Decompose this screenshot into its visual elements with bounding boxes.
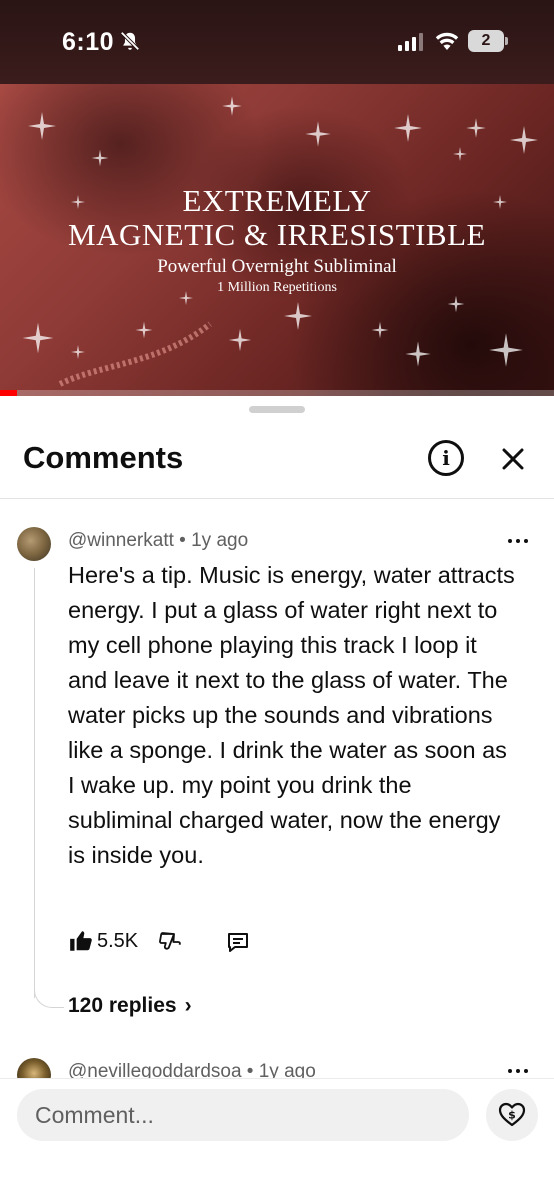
view-replies-link[interactable]: 120 replies › [68, 994, 192, 1018]
video-progress-fill [0, 390, 17, 396]
status-time: 6:10 [62, 28, 115, 56]
video-title-line1: EXTREMELY [182, 183, 372, 218]
more-options-icon[interactable] [506, 1066, 530, 1076]
header-divider [0, 498, 554, 499]
video-subtitle-2: 1 Million Repetitions [217, 280, 337, 295]
signal-icon [398, 33, 423, 51]
info-icon[interactable]: i [428, 440, 464, 476]
video-subtitle: Powerful Overnight Subliminal [157, 256, 397, 277]
close-icon[interactable] [498, 444, 528, 474]
comment-author[interactable]: @winnerkatt [68, 530, 174, 551]
thumbs-down-icon[interactable] [158, 930, 182, 954]
bell-off-icon [120, 31, 140, 51]
super-thanks-icon: $ [498, 1102, 526, 1127]
comment-input[interactable] [17, 1089, 469, 1141]
avatar[interactable] [17, 527, 51, 561]
comment-text: Here's a tip. Music is energy, water att… [68, 562, 515, 868]
thread-curve [34, 986, 64, 1008]
video-title-line2: MAGNETIC & IRRESISTIBLE [68, 217, 486, 252]
thumbs-up-icon[interactable] [68, 928, 94, 954]
video-player[interactable]: EXTREMELY MAGNETIC & IRRESISTIBLE Powerf… [0, 84, 554, 396]
replies-count: 120 replies [68, 994, 177, 1017]
more-options-icon[interactable] [506, 536, 530, 546]
svg-text:$: $ [508, 1109, 516, 1122]
battery-icon: 2 [468, 30, 508, 52]
status-bar: 6:10 2 [0, 0, 554, 84]
comment-age: 1y ago [191, 530, 249, 551]
super-thanks-button[interactable]: $ [486, 1089, 538, 1141]
thread-line [34, 568, 35, 998]
like-count: 5.5K [97, 930, 139, 952]
chevron-right-icon: › [184, 994, 192, 1017]
comment-meta: @winnerkatt • 1y ago [68, 530, 248, 552]
comment-composer: $ [0, 1078, 554, 1200]
reply-icon[interactable] [226, 930, 250, 954]
wifi-icon [435, 32, 459, 50]
drag-handle[interactable] [249, 406, 305, 413]
battery-level: 2 [481, 32, 491, 49]
comments-title: Comments [23, 440, 184, 475]
meta-separator: • [179, 530, 186, 551]
